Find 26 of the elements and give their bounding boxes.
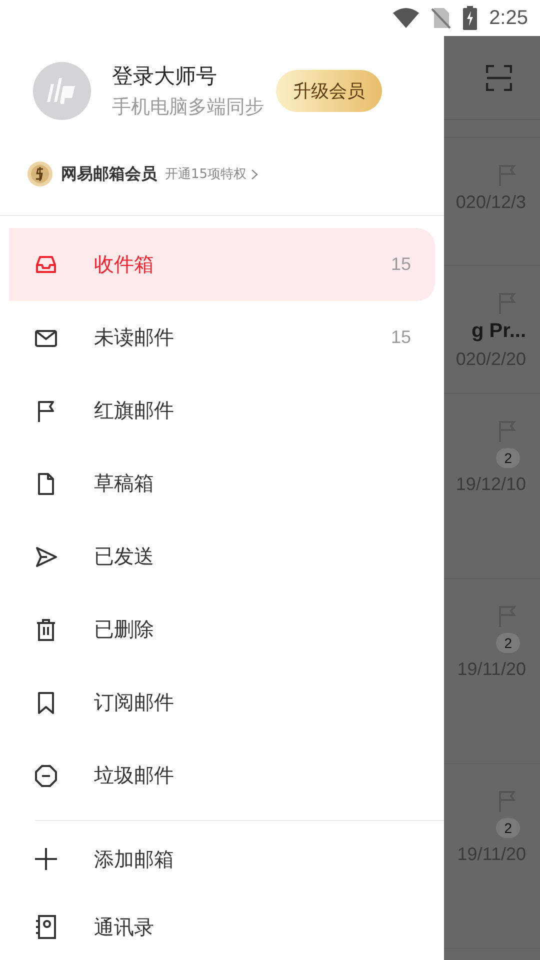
upgrade-button[interactable]: 升级会员 <box>276 70 382 112</box>
privileges-link[interactable]: 开通15项特权 <box>165 165 258 183</box>
octagon-icon <box>33 762 59 788</box>
folder-item[interactable]: 红旗邮件 <box>0 374 444 447</box>
drawer-action[interactable]: 通讯录 <box>0 893 444 960</box>
avatar-icon[interactable] <box>33 62 91 120</box>
login-title[interactable]: 登录大师号 <box>112 62 264 90</box>
folder-item[interactable]: 草稿箱 <box>0 447 444 520</box>
status-time: 2:25 <box>489 6 528 30</box>
wifi-icon <box>393 8 420 28</box>
plus-icon <box>33 846 59 872</box>
folder-item[interactable]: 已删除 <box>0 593 444 666</box>
folder-item[interactable]: 未读邮件 15 <box>0 301 444 374</box>
membership-title: 网易邮箱会员 <box>61 164 157 184</box>
drawer-action[interactable]: 添加邮箱 <box>0 825 444 893</box>
coin-icon <box>27 161 53 187</box>
folder-item[interactable]: 垃圾邮件 <box>0 739 444 812</box>
folder-item[interactable]: 收件箱 15 <box>9 228 435 301</box>
folder-item[interactable]: 订阅邮件 <box>0 666 444 739</box>
battery-icon <box>463 6 478 30</box>
contacts-icon <box>33 914 59 940</box>
no-sim-icon <box>431 7 452 29</box>
scan-icon[interactable] <box>486 64 512 90</box>
chevron-icon <box>250 168 258 180</box>
folder-item[interactable]: 已发送 <box>0 520 444 593</box>
sync-subtitle: 手机电脑多端同步 <box>112 94 264 120</box>
